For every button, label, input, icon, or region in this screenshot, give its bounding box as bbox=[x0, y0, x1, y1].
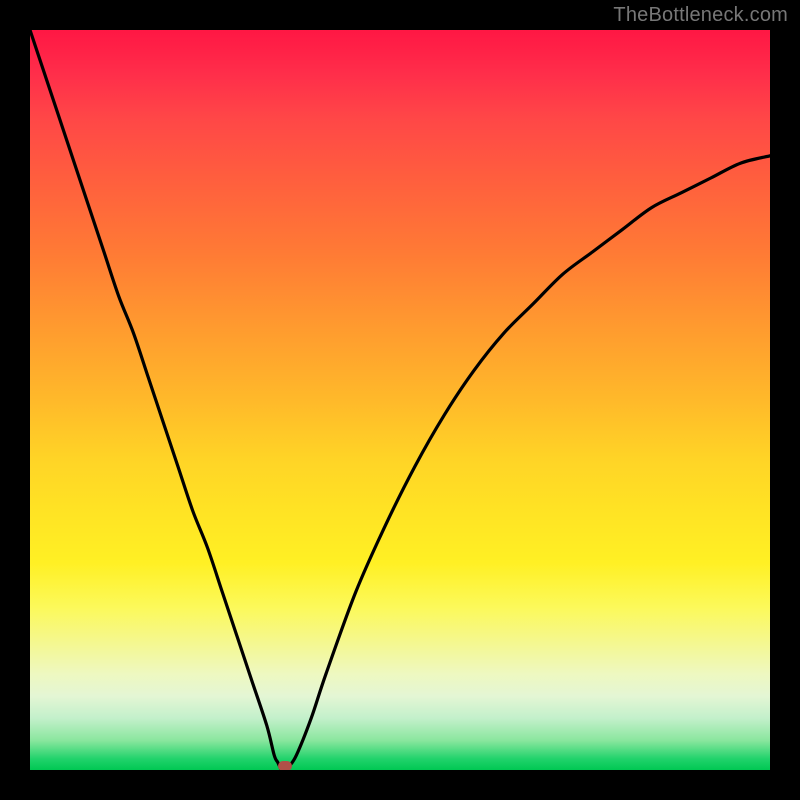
optimal-marker bbox=[278, 761, 292, 770]
watermark-text: TheBottleneck.com bbox=[613, 4, 788, 27]
bottleneck-curve-svg bbox=[30, 30, 770, 770]
bottleneck-curve-path bbox=[30, 30, 770, 770]
chart-frame: TheBottleneck.com bbox=[0, 0, 800, 800]
plot-area bbox=[30, 30, 770, 770]
